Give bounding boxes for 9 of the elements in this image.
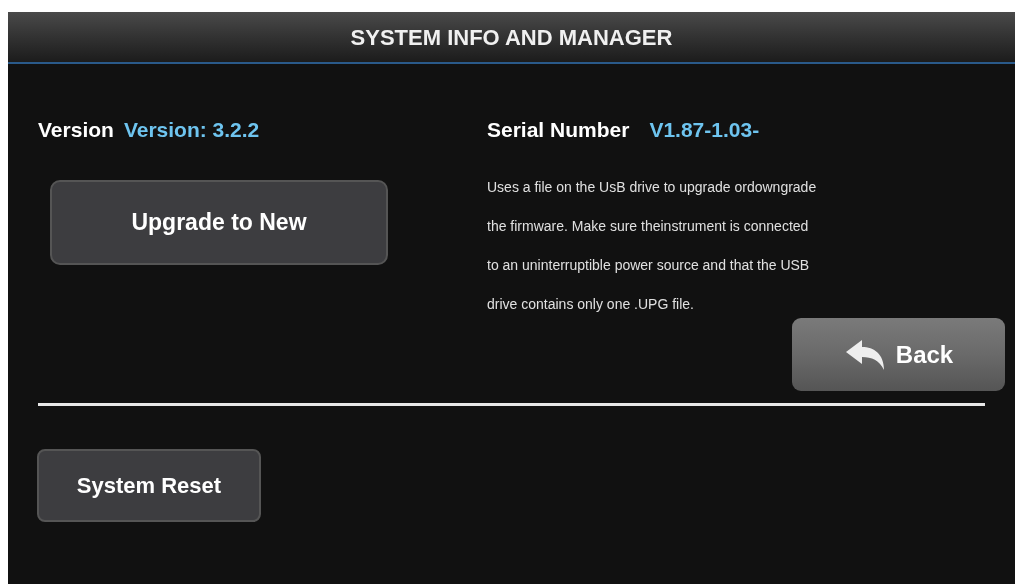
serial-label: Serial Number: [487, 117, 630, 143]
serial-value: V1.87-1.03-: [649, 117, 760, 143]
window-title: SYSTEM INFO AND MANAGER: [350, 23, 673, 52]
system-reset-button[interactable]: System Reset: [37, 449, 261, 522]
version-value: Version: 3.2.2: [123, 117, 260, 143]
description-text: Uses a file on the UsB drive to upgrade ordowngrade the firmware. Make sure theinstrument is connected to an uninterruptible power source and that the USB drive contains only one .UPG file.: [487, 178, 818, 314]
version-label: Version: [38, 117, 114, 143]
upgrade-button[interactable]: Upgrade to New: [50, 180, 388, 265]
back-button[interactable]: Back: [792, 318, 1005, 391]
